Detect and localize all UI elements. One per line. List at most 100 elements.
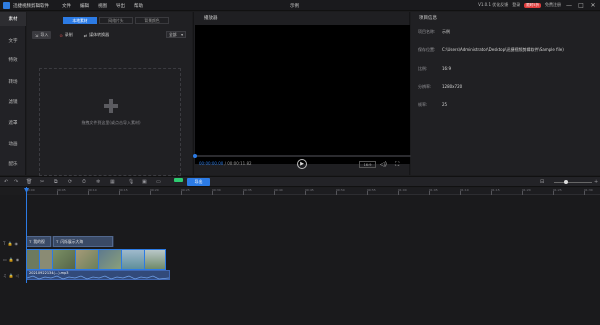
playhead[interactable]	[26, 187, 27, 283]
timeline-ruler[interactable]: 00:00 00:05 00:10 00:15 00:20 00:25 00:3…	[26, 188, 600, 195]
maximize-button[interactable]: □	[577, 1, 585, 9]
nav-item-filter[interactable]: 滤镜	[0, 95, 26, 109]
video-track-icon: ▭	[3, 256, 7, 262]
nav-item-animation[interactable]: 动画	[0, 137, 26, 151]
import-label: 导入	[40, 32, 49, 37]
video-thumb	[27, 250, 39, 269]
import-button[interactable]: ⇲ 导入	[32, 31, 52, 39]
menu-edit[interactable]: 编辑	[80, 3, 89, 9]
convert-button[interactable]: ⇄ 媒体转换器	[81, 31, 112, 39]
current-time: 00:00:00.00	[199, 161, 224, 166]
picture-icon[interactable]: ▣	[142, 179, 147, 185]
eye-icon[interactable]: ◉	[14, 241, 18, 246]
account-link[interactable]: 免费注册	[545, 2, 561, 8]
ruler-tick: 00:05	[57, 188, 66, 195]
playback-progress[interactable]	[193, 154, 411, 158]
tab-network-intro[interactable]: 网络片头	[99, 17, 133, 24]
text-clip-2[interactable]: T 闪烁展示大海	[53, 236, 113, 247]
nav-item-effects[interactable]: 特效	[0, 53, 26, 67]
speaker-icon[interactable]: ◁	[16, 273, 19, 278]
lock-icon[interactable]: 🔒	[9, 257, 14, 262]
app-title: 迅捷视频剪辑软件	[13, 4, 49, 9]
video-track-head: ▭ 🔒 ◉	[0, 252, 26, 266]
zoom-in-icon[interactable]: +	[594, 179, 598, 185]
info-label-ratio: 比例:	[418, 66, 428, 71]
text-clip-icon: T	[56, 239, 59, 244]
info-value-name: 示例	[442, 29, 450, 34]
project-name-title: 示例	[290, 4, 299, 9]
crop-icon[interactable]: ⧉	[54, 179, 58, 185]
ruler-tick: 01:10	[460, 188, 469, 195]
volume-icon[interactable]: ◁)	[380, 161, 387, 168]
ruler-tick: 00:35	[243, 188, 252, 195]
rotate-icon[interactable]: ⟳	[68, 179, 72, 185]
new-tag	[174, 178, 183, 182]
audio-clip[interactable]: 20210922134(...).mp3	[26, 270, 170, 280]
progress-knob[interactable]	[193, 154, 197, 158]
nav-item-material[interactable]: 素材	[0, 12, 26, 26]
nav-item-transition[interactable]: 转场	[0, 75, 26, 89]
close-button[interactable]: ✕	[589, 1, 597, 9]
undo-icon[interactable]: ↶	[4, 179, 8, 185]
record-button[interactable]: ⊙ 录制	[56, 31, 75, 39]
convert-label: 媒体转换器	[89, 32, 110, 37]
dropzone-text: 拖拽文件到这里(或点击导入素材)	[81, 120, 141, 125]
export-button[interactable]: 导出	[187, 178, 210, 186]
app-logo-icon	[3, 2, 10, 9]
tab-local-material[interactable]: 本地素材	[63, 17, 97, 24]
video-thumb	[145, 250, 165, 269]
text-clip-1[interactable]: T 我的视	[26, 236, 51, 247]
player-title: 播放器	[204, 16, 218, 21]
record-label: 录制	[64, 32, 73, 37]
import-dropzone[interactable]: 拖拽文件到这里(或点击导入素材)	[39, 68, 181, 176]
music-track-icon: ♫	[3, 272, 7, 278]
play-button[interactable]: ▶	[297, 159, 307, 169]
mosaic-icon[interactable]: ▦	[110, 179, 115, 185]
menu-help[interactable]: 帮助	[134, 3, 143, 9]
zoom-knob[interactable]	[564, 180, 568, 184]
menu-export[interactable]: 导出	[116, 3, 125, 9]
fullscreen-icon[interactable]: ⛶	[395, 161, 399, 169]
title-bar: 迅捷视频剪辑软件 文件 编辑 视图 导出 帮助 示例 V1.0.1 优化反馈 登…	[0, 0, 600, 11]
lock-icon[interactable]: 🔒	[7, 241, 12, 246]
screen-icon[interactable]: ▭	[156, 179, 161, 185]
nav-item-mask[interactable]: 遮罩	[0, 116, 26, 130]
redo-icon[interactable]: ↷	[14, 179, 18, 185]
speed-icon[interactable]: ⏱	[82, 179, 86, 185]
mic-icon[interactable]: 🎙	[128, 179, 134, 185]
menu-file[interactable]: 文件	[62, 3, 71, 9]
info-label-fps: 帧率:	[418, 102, 428, 107]
menu-view[interactable]: 视图	[98, 3, 107, 9]
delete-icon[interactable]: 🗑	[26, 179, 32, 185]
version-link[interactable]: V1.0.1 优化反馈	[478, 2, 508, 8]
login-link[interactable]: 登录	[512, 2, 520, 8]
plus-icon	[104, 99, 118, 113]
split-icon[interactable]: ✂	[40, 179, 44, 185]
sort-dropdown[interactable]: 全部 ▾	[166, 31, 186, 38]
sort-label: 全部	[169, 31, 177, 37]
ruler-tick: 01:25	[553, 188, 562, 195]
video-thumb	[76, 250, 98, 269]
freeze-icon[interactable]: ❄	[96, 179, 100, 185]
import-icon: ⇲	[35, 32, 39, 38]
tab-background-color[interactable]: 背景颜色	[135, 17, 169, 24]
info-value-resolution: 1280x720	[442, 84, 463, 89]
video-track[interactable]	[26, 249, 166, 270]
nav-item-text[interactable]: 文字	[0, 34, 26, 48]
preview-screen[interactable]	[195, 25, 410, 164]
info-value-fps: 25	[442, 102, 448, 107]
info-value-ratio: 16:9	[442, 66, 451, 71]
convert-icon: ⇄	[83, 32, 88, 38]
nav-item-music[interactable]: 配乐	[0, 157, 26, 171]
info-value-path: C:\Users\Administrator\Desktop\迅捷视频剪辑软件\…	[442, 47, 564, 52]
lock-icon[interactable]: 🔒	[9, 273, 14, 278]
zoom-slider[interactable]	[554, 180, 592, 184]
text-track-icon: T	[3, 240, 6, 246]
fit-icon[interactable]: ⊟	[540, 179, 544, 185]
ruler-tick: 01:05	[429, 188, 438, 195]
minimize-button[interactable]: —	[565, 1, 573, 9]
timeline-toolbar: ↶ ↷ 🗑 ✂ ⧉ ⟳ ⏱ ❄ ▦ 🎙 ▣ ▭ 导出 ⊟ +	[0, 176, 600, 187]
material-panel: 本地素材 网络片头 背景颜色 ⇲ 导入 ⊙ 录制 ⇄ 媒体转换器 全部 ▾ 拖拽…	[27, 12, 192, 176]
eye-icon[interactable]: ◉	[16, 257, 20, 262]
ratio-select[interactable]: 16:9	[359, 161, 376, 168]
